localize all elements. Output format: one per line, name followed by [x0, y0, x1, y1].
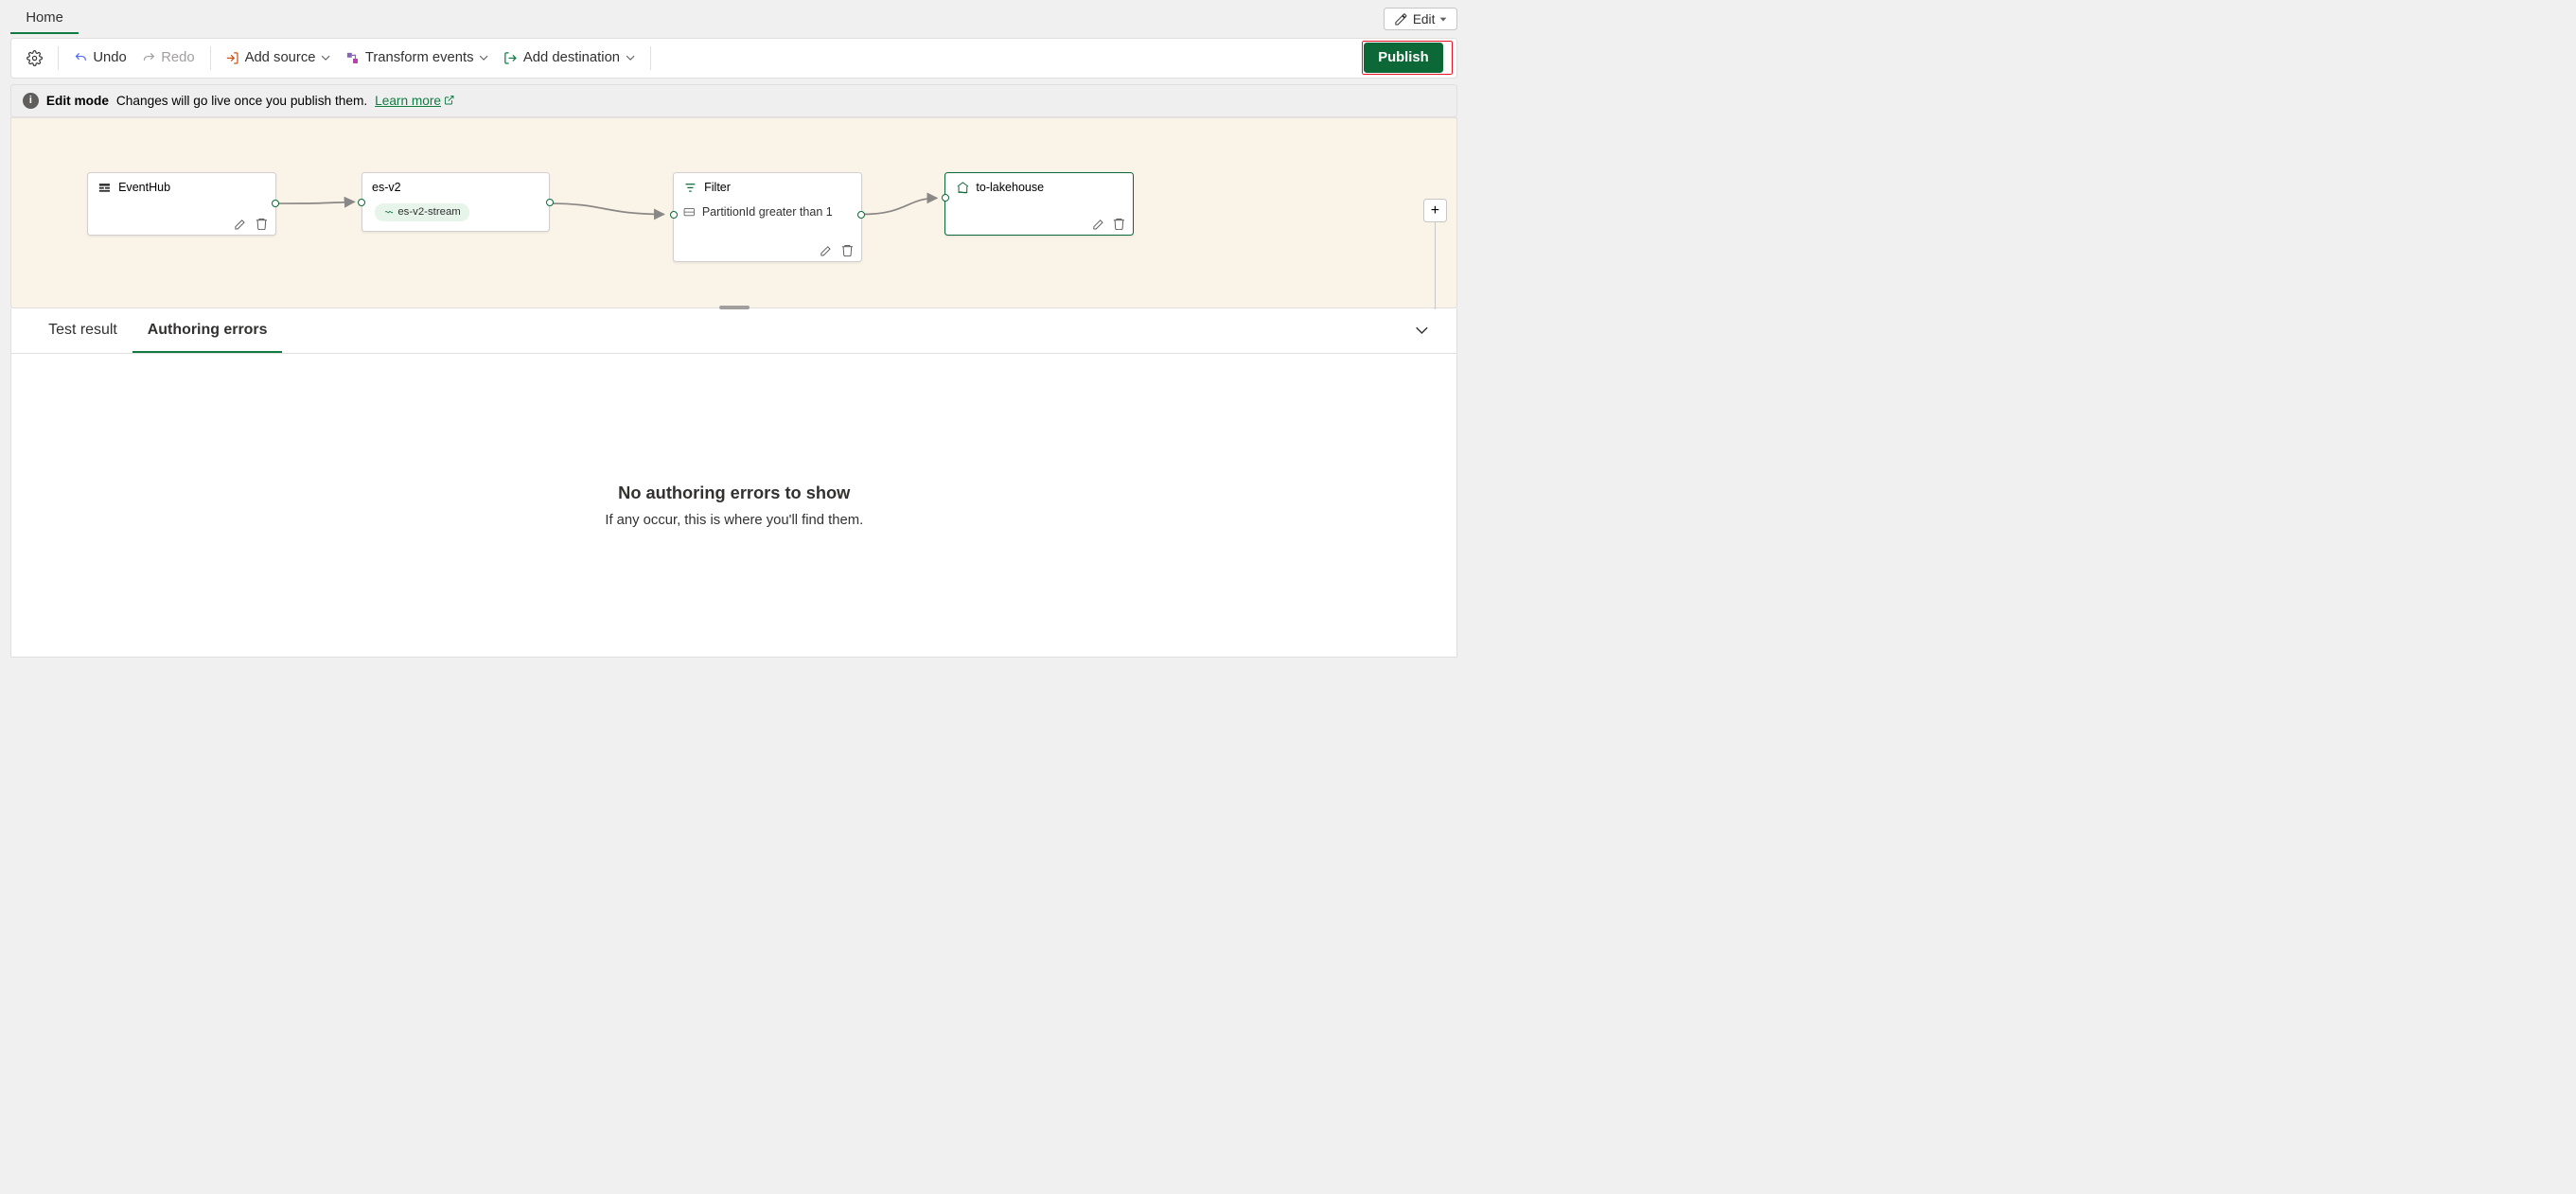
lakehouse-icon: [956, 181, 970, 195]
filter-icon: [683, 181, 697, 195]
gear-icon: [26, 50, 43, 66]
port-out[interactable]: [546, 199, 554, 206]
stream-icon: [384, 207, 394, 217]
pencil-icon[interactable]: [820, 243, 834, 257]
transform-events-button[interactable]: Transform events: [343, 46, 492, 70]
exit-icon: [503, 51, 518, 65]
enter-icon: [225, 51, 239, 65]
empty-state-title: No authoring errors to show: [618, 483, 850, 503]
tab-authoring-errors[interactable]: Authoring errors: [132, 308, 283, 353]
transform-label: Transform events: [365, 50, 474, 65]
filter-condition: PartitionId greater than 1: [702, 205, 833, 219]
transform-icon: [345, 51, 360, 65]
add-destination-label: Add destination: [523, 50, 620, 65]
toolbar: Undo Redo Add source Transform events Ad…: [10, 38, 1457, 79]
publish-button[interactable]: Publish: [1364, 43, 1442, 73]
port-in[interactable]: [358, 199, 365, 206]
info-desc: Changes will go live once you publish th…: [116, 94, 367, 108]
undo-label: Undo: [93, 50, 126, 65]
condition-icon: [683, 207, 696, 217]
chevron-down-icon: [479, 55, 488, 61]
bottom-panel: Test result Authoring errors No authorin…: [10, 308, 1457, 658]
undo-icon: [74, 51, 88, 65]
collapse-panel-button[interactable]: [1408, 319, 1435, 343]
node-eventhub[interactable]: EventHub: [87, 172, 276, 236]
info-icon: i: [23, 93, 39, 109]
trash-icon[interactable]: [840, 243, 855, 257]
pencil-icon[interactable]: [234, 217, 248, 231]
port-out[interactable]: [272, 200, 279, 207]
node-title: to-lakehouse: [976, 181, 1044, 194]
panel-resize-handle[interactable]: [719, 306, 750, 310]
add-destination-button[interactable]: Add destination: [501, 46, 638, 70]
learn-more-label: Learn more: [375, 94, 441, 108]
trash-icon[interactable]: [1112, 217, 1126, 231]
caret-down-icon: [1439, 17, 1447, 23]
settings-button[interactable]: [24, 45, 46, 70]
stream-chip[interactable]: es-v2-stream: [375, 203, 468, 221]
edit-label: Edit: [1413, 12, 1436, 26]
external-link-icon: [444, 95, 454, 105]
chevron-down-icon: [321, 55, 330, 61]
info-title: Edit mode: [46, 94, 109, 108]
chevron-down-icon: [626, 55, 635, 61]
node-title: Filter: [704, 181, 731, 194]
trash-icon[interactable]: [255, 217, 269, 231]
undo-button[interactable]: Undo: [70, 46, 130, 70]
edit-dropdown[interactable]: Edit: [1384, 8, 1457, 30]
empty-state-desc: If any occur, this is where you'll find …: [605, 513, 863, 528]
add-stem: [1435, 222, 1436, 309]
chevron-down-icon: [1415, 325, 1429, 335]
port-in[interactable]: [670, 211, 678, 219]
canvas[interactable]: EventHub es-v2 es-v2-stream Fil: [10, 117, 1457, 308]
info-bar: i Edit mode Changes will go live once yo…: [10, 84, 1457, 117]
ribbon-tab-home[interactable]: Home: [10, 5, 78, 35]
redo-label: Redo: [161, 50, 194, 65]
node-filter[interactable]: Filter PartitionId greater than 1: [673, 172, 862, 263]
node-esv2[interactable]: es-v2 es-v2-stream: [362, 172, 551, 233]
port-out[interactable]: [857, 211, 865, 219]
node-title: EventHub: [118, 181, 170, 194]
eventhub-icon: [97, 181, 112, 195]
node-lakehouse[interactable]: to-lakehouse: [944, 172, 1134, 236]
tab-test-result[interactable]: Test result: [33, 308, 132, 353]
node-title: es-v2: [372, 181, 401, 194]
redo-icon: [142, 51, 156, 65]
learn-more-link[interactable]: Learn more: [375, 94, 455, 108]
publish-highlight: Publish: [1362, 41, 1452, 75]
add-node-button[interactable]: +: [1423, 199, 1447, 222]
pencil-icon[interactable]: [1092, 217, 1106, 231]
add-source-label: Add source: [245, 50, 316, 65]
stream-label: es-v2-stream: [397, 206, 460, 218]
pencil-icon: [1394, 12, 1408, 26]
redo-button[interactable]: Redo: [138, 46, 198, 70]
add-source-button[interactable]: Add source: [222, 46, 334, 70]
